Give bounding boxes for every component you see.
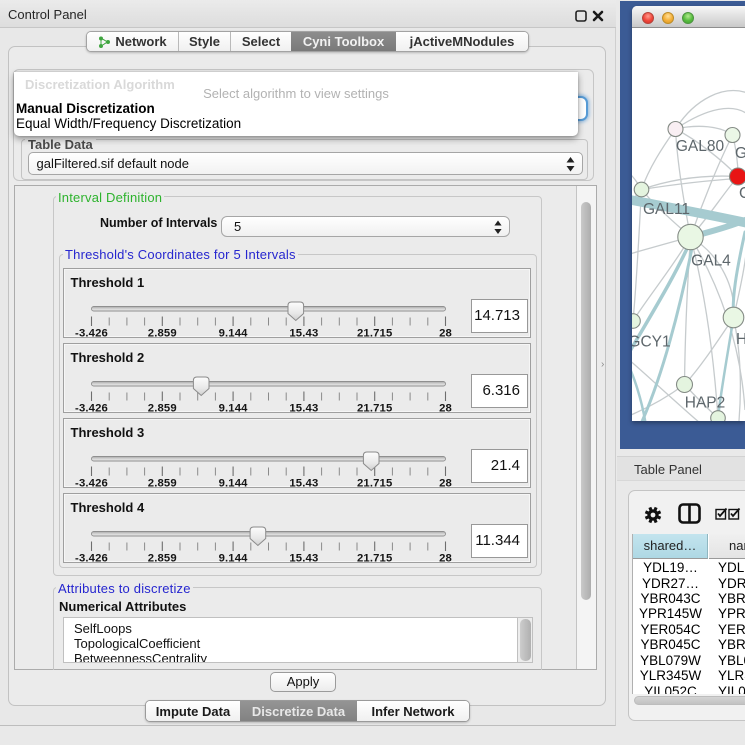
- svg-text:2.859: 2.859: [147, 327, 176, 339]
- svg-text:15.43: 15.43: [289, 327, 318, 339]
- svg-text:-3.426: -3.426: [75, 552, 108, 564]
- svg-text:-3.426: -3.426: [75, 327, 108, 339]
- svg-text:HAP2: HAP2: [685, 395, 726, 412]
- svg-text:-3.426: -3.426: [75, 477, 108, 489]
- svg-text:GAL11: GAL11: [643, 201, 690, 218]
- svg-text:28: 28: [439, 327, 452, 339]
- svg-text:GCY1: GCY1: [632, 334, 671, 351]
- svg-text:15.43: 15.43: [289, 552, 318, 564]
- svg-text:21.715: 21.715: [356, 402, 391, 414]
- svg-text:15.43: 15.43: [289, 402, 318, 414]
- svg-text:GAL4: GAL4: [691, 253, 731, 270]
- svg-text:-3.426: -3.426: [75, 402, 108, 414]
- svg-text:28: 28: [439, 402, 452, 414]
- svg-text:9.144: 9.144: [218, 402, 248, 414]
- svg-text:21.715: 21.715: [356, 552, 391, 564]
- svg-text:GAL80: GAL80: [676, 138, 725, 155]
- svg-text:9.144: 9.144: [218, 477, 248, 489]
- svg-text:15.43: 15.43: [289, 477, 318, 489]
- svg-text:HAP4: HAP4: [736, 331, 745, 348]
- svg-text:9.144: 9.144: [218, 552, 248, 564]
- svg-text:21.715: 21.715: [356, 477, 391, 489]
- svg-text:28: 28: [439, 477, 452, 489]
- svg-text:2.859: 2.859: [147, 552, 176, 564]
- svg-text:2.859: 2.859: [147, 477, 176, 489]
- svg-text:28: 28: [439, 552, 452, 564]
- svg-text:GAL2: GAL2: [735, 145, 745, 162]
- svg-text:21.715: 21.715: [356, 327, 391, 339]
- svg-text:9.144: 9.144: [218, 327, 248, 339]
- svg-text:CYC8: CYC8: [739, 185, 745, 202]
- svg-text:2.859: 2.859: [147, 402, 176, 414]
